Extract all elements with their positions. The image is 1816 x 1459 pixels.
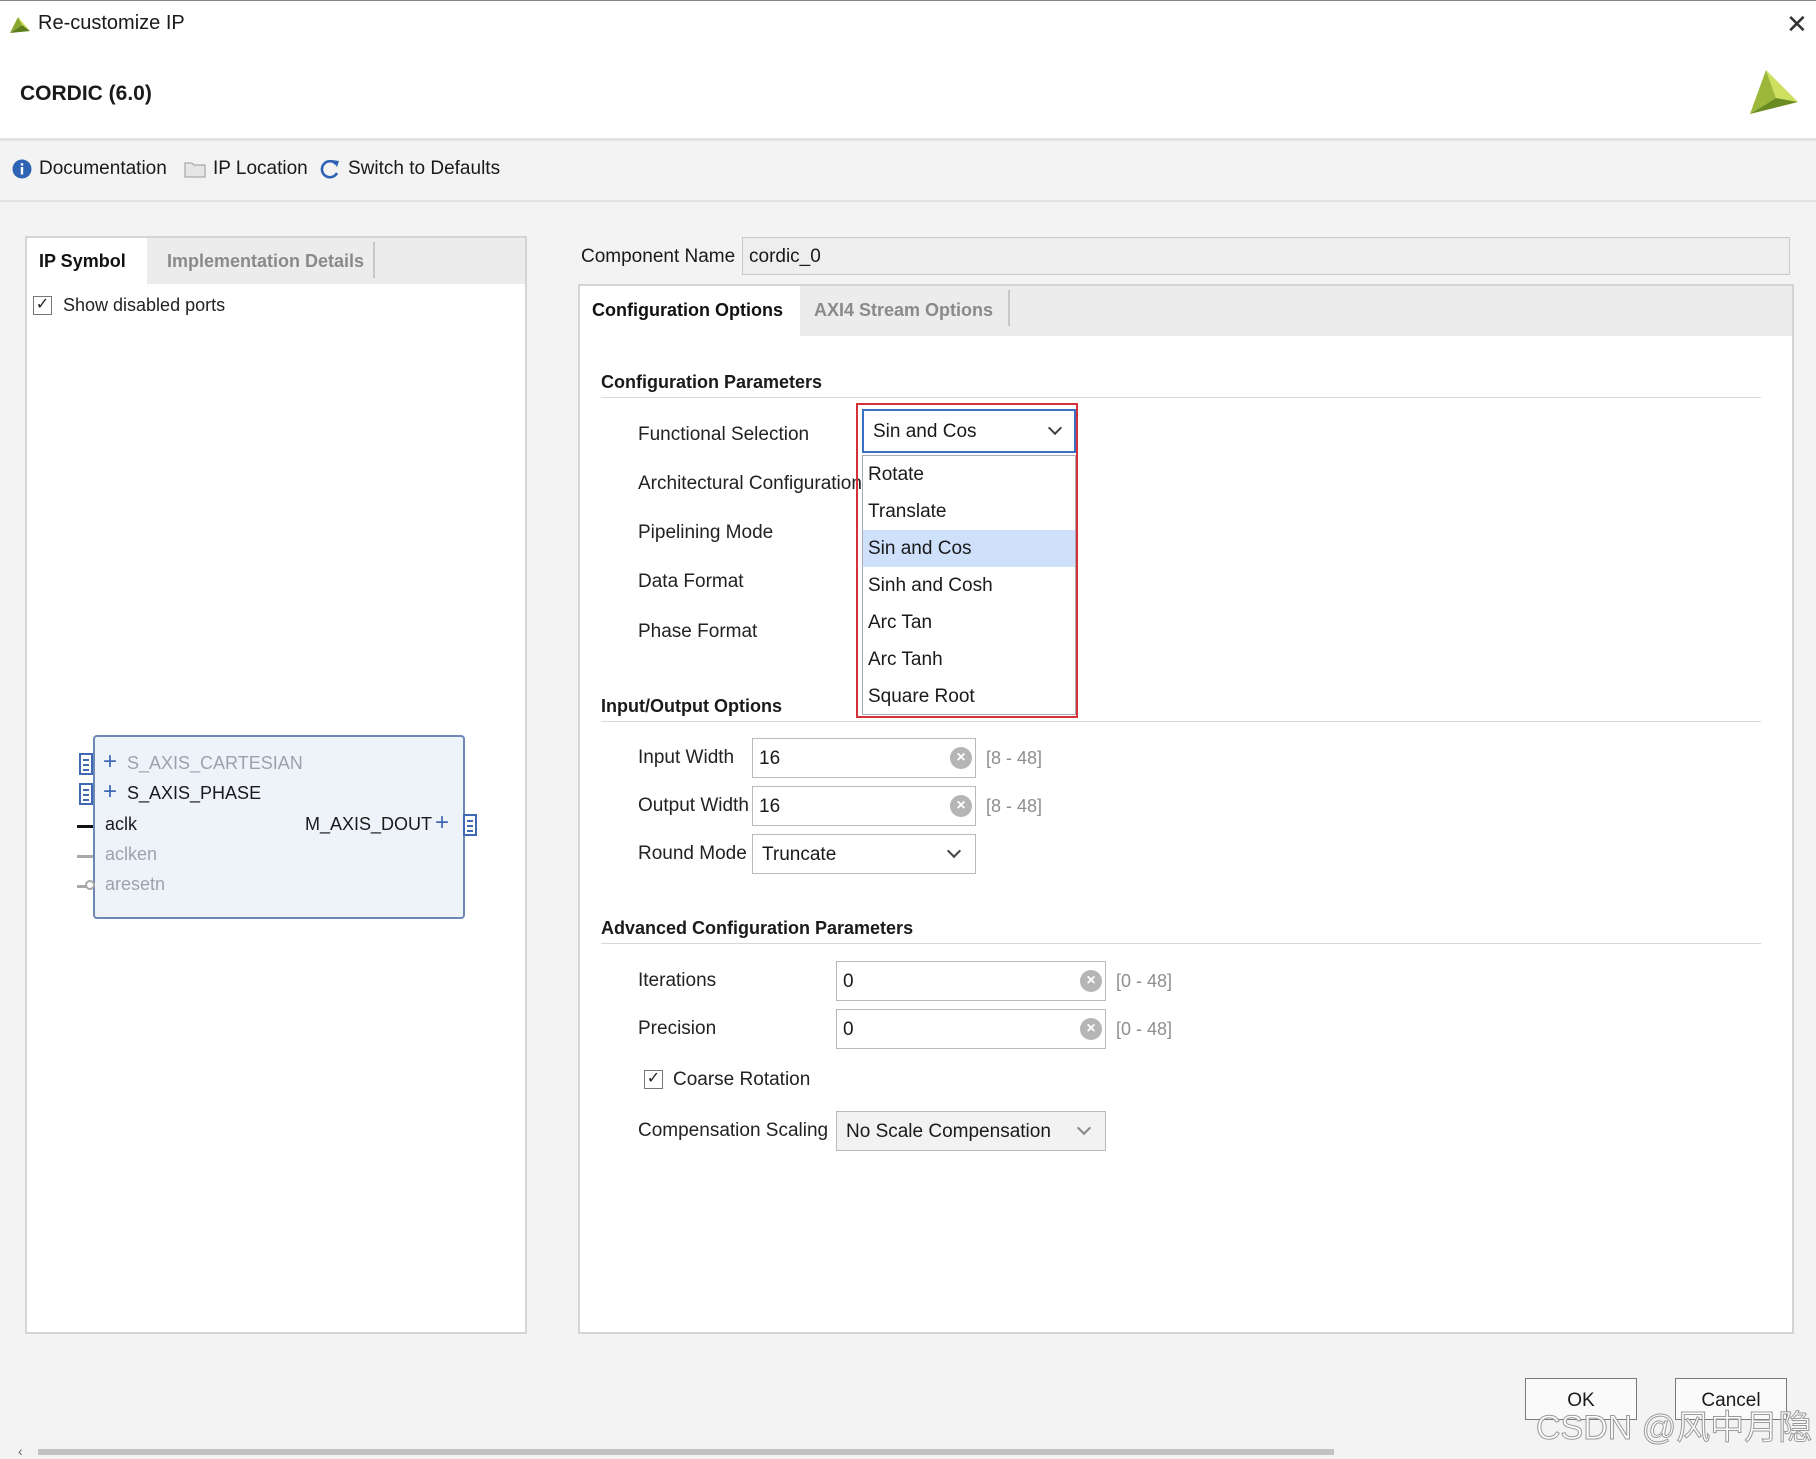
scroll-left-icon[interactable]: ‹: [18, 1443, 23, 1459]
iterations-range: [0 - 48]: [1116, 971, 1173, 991]
round-mode-value: Truncate: [762, 844, 837, 865]
port-aclk: aclk: [105, 814, 138, 834]
compensation-scaling-select[interactable]: No Scale Compensation: [836, 1111, 1106, 1151]
section-divider: [601, 943, 1761, 944]
expand-phase-icon[interactable]: +: [103, 780, 117, 804]
configuration-panel: Configuration Options AXI4 Stream Option…: [578, 284, 1794, 1334]
precision-range: [0 - 48]: [1116, 1019, 1173, 1039]
window-title: Re-customize IP: [38, 12, 185, 34]
compensation-scaling-value: No Scale Compensation: [846, 1121, 1051, 1142]
section-io-options: Input/Output Options: [601, 696, 782, 716]
coarse-rotation-checkbox[interactable]: ✓: [644, 1070, 663, 1089]
tab-implementation-details[interactable]: Implementation Details: [155, 238, 395, 284]
tab-divider: [1008, 290, 1010, 326]
show-disabled-ports-checkbox[interactable]: ✓: [33, 296, 52, 315]
chevron-down-icon: [946, 843, 962, 859]
compensation-scaling-label: Compensation Scaling: [638, 1120, 829, 1141]
title-bar: Re-customize IP ✕: [0, 0, 1816, 46]
port-s-axis-phase: S_AXIS_PHASE: [127, 783, 262, 803]
iterations-label: Iterations: [638, 970, 717, 991]
port-s-axis-cartesian: S_AXIS_CARTESIAN: [127, 753, 303, 773]
functional-selection-select[interactable]: Sin and Cos: [862, 409, 1076, 453]
port-aresetn: aresetn: [105, 874, 166, 894]
input-width-range: [8 - 48]: [986, 748, 1043, 768]
tab-divider: [373, 242, 375, 278]
clear-output-width-icon[interactable]: ×: [950, 795, 972, 817]
bus-phase-icon: [79, 783, 93, 805]
option-square-root[interactable]: Square Root: [863, 678, 1075, 715]
output-width-range: [8 - 48]: [986, 796, 1043, 816]
show-disabled-ports-label: Show disabled ports: [63, 295, 226, 315]
option-arc-tan[interactable]: Arc Tan: [863, 604, 1075, 641]
clear-precision-icon[interactable]: ×: [1080, 1018, 1102, 1040]
port-m-axis-dout: M_AXIS_DOUT: [305, 814, 433, 834]
aclk-pin: [77, 825, 93, 828]
tab-ip-symbol[interactable]: IP Symbol: [27, 238, 147, 284]
functional-selection-value: Sin and Cos: [873, 421, 977, 442]
option-sinh-and-cosh[interactable]: Sinh and Cosh: [863, 567, 1075, 604]
documentation-label: Documentation: [39, 158, 167, 179]
vivado-logo-icon: [10, 17, 30, 33]
precision-label: Precision: [638, 1018, 717, 1039]
ip-name: CORDIC (6.0): [20, 82, 152, 105]
folder-icon: [184, 162, 206, 178]
horizontal-scrollbar[interactable]: [38, 1449, 1334, 1455]
ip-location-button[interactable]: IP Location: [184, 158, 308, 180]
ip-location-label: IP Location: [213, 158, 308, 179]
input-width-label: Input Width: [638, 747, 735, 768]
pipelining-mode-label: Pipelining Mode: [638, 522, 774, 543]
aclken-pin: [77, 855, 93, 858]
tab-configuration-options[interactable]: Configuration Options: [580, 286, 800, 336]
tab-axi4-stream-options[interactable]: AXI4 Stream Options: [802, 286, 1014, 336]
phase-format-label: Phase Format: [638, 621, 758, 642]
port-aclken: aclken: [105, 844, 158, 864]
chevron-down-icon: [1076, 1120, 1092, 1136]
left-tab-bar: IP Symbol Implementation Details: [27, 238, 525, 284]
option-sin-and-cos[interactable]: Sin and Cos: [863, 530, 1075, 567]
component-name-label: Component Name: [581, 246, 736, 267]
vivado-brand-icon: [1750, 70, 1798, 114]
functional-selection-options: Rotate Translate Sin and Cos Sinh and Co…: [862, 455, 1076, 715]
close-icon[interactable]: ✕: [1786, 9, 1808, 40]
section-configuration-parameters: Configuration Parameters: [601, 372, 823, 392]
section-divider: [601, 397, 1761, 398]
right-tab-bar: Configuration Options AXI4 Stream Option…: [580, 286, 1792, 336]
iterations-field[interactable]: 0: [836, 961, 1106, 1001]
bus-cartesian-icon: [79, 753, 93, 775]
round-mode-label: Round Mode: [638, 843, 747, 864]
toolbar: Documentation IP Location Switch to Defa…: [0, 144, 1816, 202]
architectural-configuration-label: Architectural Configuration: [638, 473, 862, 494]
output-width-field[interactable]: 16: [752, 786, 976, 826]
chevron-down-icon: [1047, 420, 1063, 436]
data-format-label: Data Format: [638, 571, 744, 592]
ip-symbol-panel: IP Symbol Implementation Details ✓ Show …: [25, 236, 527, 1334]
ip-header: CORDIC (6.0): [0, 46, 1816, 141]
clear-input-width-icon[interactable]: ×: [950, 747, 972, 769]
switch-defaults-button[interactable]: Switch to Defaults: [319, 158, 500, 180]
aresetn-bubble: [85, 880, 95, 890]
input-width-field[interactable]: 16: [752, 738, 976, 778]
switch-defaults-label: Switch to Defaults: [348, 158, 501, 179]
clear-iterations-icon[interactable]: ×: [1080, 970, 1102, 992]
info-icon: [12, 159, 32, 179]
documentation-button[interactable]: Documentation: [12, 158, 167, 180]
section-advanced-config: Advanced Configuration Parameters: [601, 918, 914, 938]
expand-dout-icon[interactable]: +: [435, 811, 449, 835]
refresh-icon: [320, 159, 339, 179]
round-mode-select[interactable]: Truncate: [752, 834, 976, 874]
precision-field[interactable]: 0: [836, 1009, 1106, 1049]
functional-selection-label: Functional Selection: [638, 424, 810, 445]
option-translate[interactable]: Translate: [863, 493, 1075, 530]
component-name-input[interactable]: cordic_0: [742, 237, 1790, 275]
option-rotate[interactable]: Rotate: [863, 456, 1075, 493]
bus-dout-icon: [463, 814, 477, 836]
ip-symbol-block: S_AXIS_CARTESIAN S_AXIS_PHASE aclk aclke…: [93, 735, 465, 919]
output-width-label: Output Width: [638, 795, 749, 816]
watermark: CSDN @风中月隐: [1535, 1409, 1813, 1448]
section-divider: [601, 721, 1761, 722]
option-arc-tanh[interactable]: Arc Tanh: [863, 641, 1075, 678]
coarse-rotation-label: Coarse Rotation: [673, 1069, 811, 1090]
expand-cartesian-icon[interactable]: +: [103, 750, 117, 774]
